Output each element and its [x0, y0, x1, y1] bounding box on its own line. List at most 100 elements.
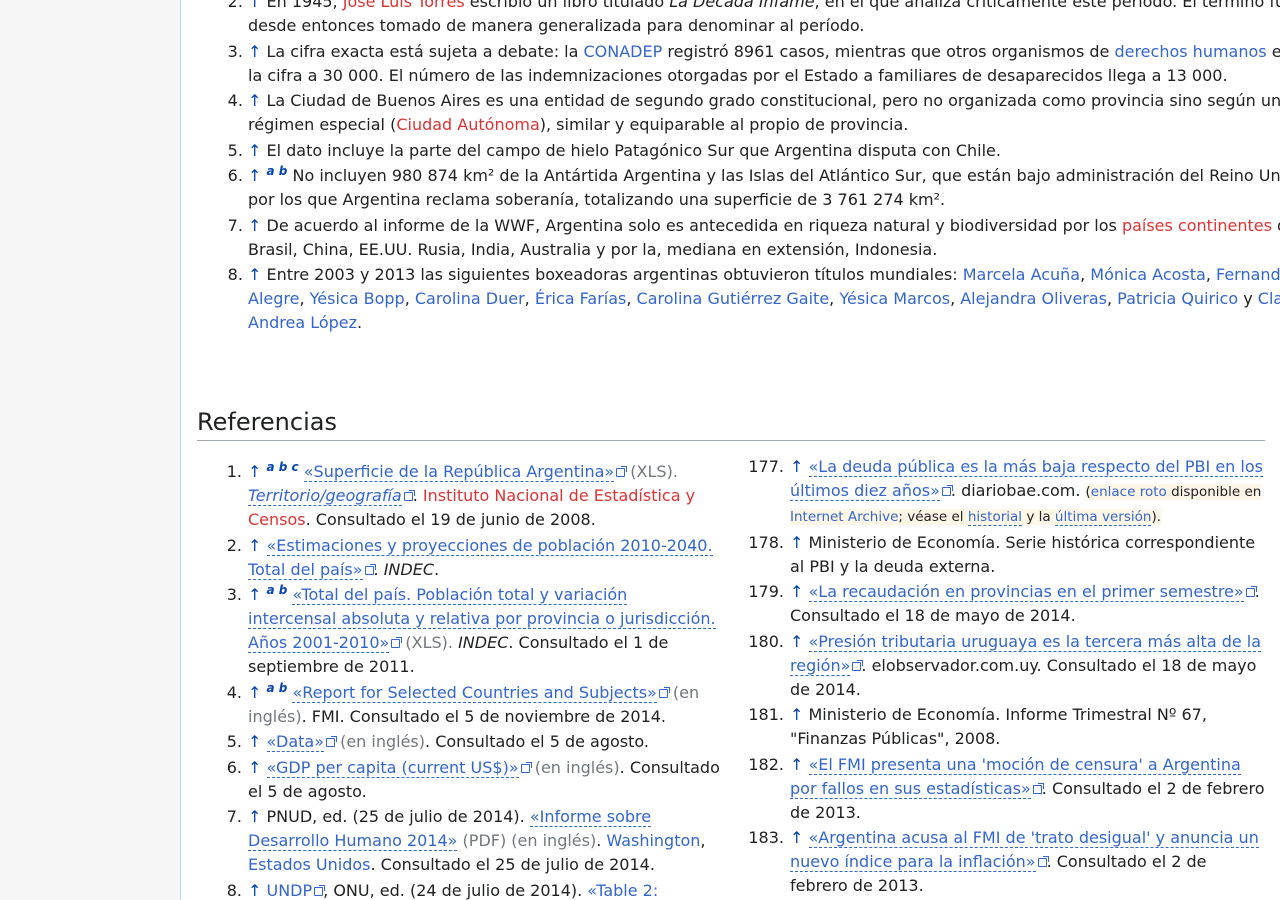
external-link-icon	[1245, 586, 1257, 597]
separator: ,	[626, 289, 637, 308]
note-text: La cifra exacta está sujeta a debate: la	[266, 41, 584, 61]
link-ciudad-autonoma[interactable]: Ciudad Autónoma	[396, 115, 539, 134]
backlink-letters[interactable]: a b c	[267, 460, 299, 474]
reference-number: 2.	[226, 535, 242, 555]
external-link-icon	[1037, 856, 1049, 867]
backlink-arrow[interactable]: ↑	[790, 705, 803, 724]
backlink-letters[interactable]: a b	[267, 164, 288, 178]
external-link[interactable]: «Report for Selected Countries and Subje…	[292, 682, 657, 703]
link-jose-luis-torres[interactable]: José Luis Torres	[343, 0, 465, 11]
note-5: ↑ El dato incluye la parte del campo de …	[248, 139, 1280, 163]
backlink-letters[interactable]: a b	[267, 583, 288, 597]
backlink-arrow[interactable]: ↑	[248, 42, 261, 61]
reference-item: 178. ↑ Ministerio de Economía. Serie his…	[748, 531, 1268, 579]
reference-number: 8.	[226, 880, 242, 900]
reference-number: 6.	[226, 757, 242, 777]
external-link[interactable]: «Table 2:	[587, 880, 659, 900]
backlink-arrow[interactable]: ↑	[248, 216, 261, 235]
boxer-link[interactable]: Érica Farías	[535, 289, 627, 308]
boxer-link[interactable]: Alejandra Oliveras	[960, 289, 1107, 308]
link-estados-unidos[interactable]: Estados Unidos	[248, 855, 370, 874]
backlink-arrow[interactable]: ↑	[790, 755, 803, 774]
backlink-arrow: ↑	[248, 166, 262, 185]
backlink-letters[interactable]: a b	[267, 681, 288, 695]
boxer-link[interactable]: Carolina Gutiérrez Gaite	[637, 289, 830, 308]
backlink-arrow[interactable]: ↑	[790, 828, 803, 847]
backlink-arrow[interactable]: ↑	[790, 533, 803, 552]
dead-link-text: y la	[1022, 509, 1055, 525]
backlink-arrow[interactable]: ↑	[248, 265, 261, 284]
boxer-link[interactable]: Yésica Marcos	[839, 289, 950, 308]
reference-item: 2. ↑ «Estimaciones y proyecciones de pob…	[227, 534, 720, 582]
format-label: (XLS).	[400, 633, 453, 652]
boxer-link[interactable]: Carolina Duer	[415, 289, 525, 308]
external-link-icon	[520, 761, 532, 773]
notes-list: ↑ En 1945, José Luis Torres escribió un …	[181, 0, 1280, 337]
reference-number: 177.	[748, 457, 784, 476]
note-7: ↑ De acuerdo al informe de la WWF, Argen…	[248, 214, 1280, 262]
boxer-link[interactable]: Mónica Acosta	[1090, 265, 1206, 284]
external-link[interactable]: «Data»	[266, 732, 324, 752]
separator: ,	[524, 289, 535, 308]
note-text: registró 8961 casos, mientras que otros …	[662, 41, 1115, 61]
reference-number: 3.	[226, 585, 242, 604]
backlink-arrow[interactable]: ↑	[790, 457, 803, 476]
format-label: (XLS).	[625, 462, 678, 481]
reference-number: 179.	[748, 582, 784, 601]
link-ultima-version[interactable]: última versión	[1054, 509, 1152, 526]
link-conadep[interactable]: CONADEP	[584, 42, 663, 61]
external-link[interactable]: «Estimaciones y proyecciones de població…	[248, 535, 713, 580]
backlink-arrow: ↑	[248, 462, 262, 481]
dead-link-text: disponible en	[1166, 484, 1262, 500]
work-title: INDEC	[458, 633, 509, 652]
backlink-arrow[interactable]: ↑	[248, 881, 261, 900]
reference-item: 177. ↑ «La deuda pública es la más baja …	[748, 455, 1268, 529]
dead-link-text: ).	[1151, 509, 1161, 525]
link-historial[interactable]: historial	[967, 509, 1023, 526]
separator: ,	[1107, 289, 1118, 308]
separator: y	[1238, 289, 1258, 308]
note-text: El dato incluye la parte del campo de hi…	[266, 140, 1001, 160]
reference-text: . FMI. Consultado el 5 de noviembre de 2…	[301, 706, 667, 726]
reference-text: , ONU, ed. (24 de julio de 2014).	[323, 880, 588, 900]
boxer-link[interactable]: Marcela Acuña	[963, 265, 1080, 284]
external-link-icon	[658, 686, 670, 698]
link-paises-continentes[interactable]: países continentes	[1122, 216, 1272, 235]
backlink-arrow[interactable]: ↑	[790, 582, 803, 601]
separator: .	[596, 831, 607, 850]
link-undp[interactable]: UNDP	[267, 881, 313, 900]
external-link[interactable]: «Superficie de la República Argentina»	[303, 462, 615, 482]
separator: ,	[1205, 265, 1216, 284]
external-link[interactable]: «GDP per capita (current US$)»	[266, 757, 519, 778]
reference-text: . Consultado el 25 de julio de 2014.	[370, 855, 655, 874]
external-link-icon	[1032, 782, 1044, 794]
separator: ,	[299, 289, 310, 308]
separator: ,	[1080, 265, 1091, 284]
backlink-arrow[interactable]: ↑	[790, 632, 803, 651]
link-internet-archive[interactable]: Internet Archive	[790, 509, 898, 525]
external-link-work[interactable]: Territorio/geografía	[248, 486, 402, 506]
backlink-arrow[interactable]: ↑	[248, 0, 261, 11]
article-content: ↑ En 1945, José Luis Torres escribió un …	[180, 0, 1280, 900]
backlink-arrow[interactable]: ↑	[248, 758, 261, 777]
backlink-arrow[interactable]: ↑	[248, 141, 261, 160]
link-enlace-roto[interactable]: enlace roto	[1091, 484, 1167, 500]
note-6: ↑ a b No incluyen 980 874 km² de la Antá…	[248, 164, 1280, 212]
link-derechos-humanos[interactable]: derechos humanos	[1114, 42, 1266, 61]
backlink-arrow[interactable]: ↑	[248, 807, 261, 826]
note-text: No incluyen 980 874 km² de la Antártida …	[248, 166, 1280, 209]
separator: .	[357, 313, 363, 332]
external-link[interactable]: «La recaudación en provincias en el prim…	[808, 582, 1244, 602]
separator: ,	[829, 289, 840, 308]
backlink-arrow[interactable]: ↑	[248, 91, 261, 110]
backlink-arrow[interactable]: ↑	[248, 732, 261, 751]
link-washington[interactable]: Washington	[606, 831, 700, 850]
boxer-link[interactable]: Patricia Quirico	[1117, 289, 1238, 308]
external-link-icon	[326, 736, 337, 747]
boxer-link[interactable]: Yésica Bopp	[310, 289, 405, 308]
language-label: (en inglés)	[335, 732, 426, 751]
reference-item: 6. ↑ «GDP per capita (current US$)» (en …	[227, 756, 720, 804]
language-label: (en inglés)	[529, 757, 620, 777]
reference-item: 180. ↑ «Presión tributaria uruguaya es l…	[748, 630, 1268, 702]
backlink-arrow[interactable]: ↑	[248, 536, 261, 555]
